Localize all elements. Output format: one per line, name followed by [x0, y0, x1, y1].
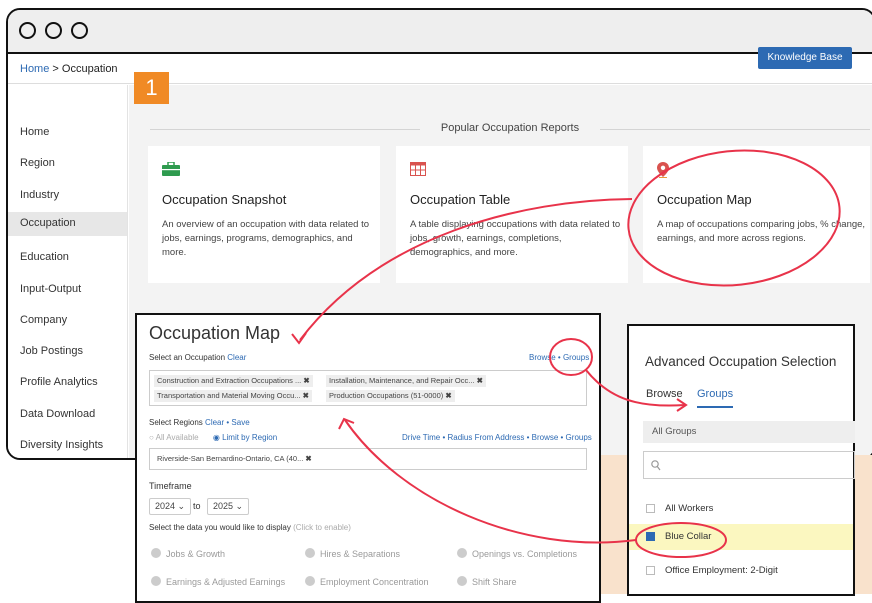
window-control-icon[interactable]	[71, 22, 88, 39]
region-mode-row: ○ All Available ◉ Limit by Region	[149, 433, 277, 442]
list-item[interactable]: Office Employment: 2-Digit	[629, 558, 853, 584]
all-groups-select[interactable]: All Groups	[643, 421, 855, 443]
breadcrumb-current: Occupation	[61, 63, 118, 75]
table-icon	[410, 162, 426, 181]
occupation-tag[interactable]: Construction and Extraction Occupations …	[154, 375, 313, 387]
sidebar-item-education[interactable]: Education	[8, 246, 127, 270]
select-regions-label: Select Regions	[149, 418, 203, 427]
occupation-tag[interactable]: Installation, Maintenance, and Repair Oc…	[326, 375, 486, 387]
to-label: to	[193, 501, 201, 511]
card-title: Occupation Snapshot	[162, 192, 287, 207]
sidebar-item-industry[interactable]: Industry	[8, 184, 127, 208]
advanced-selection-panel: Advanced Occupation Selection Browse Gro…	[627, 324, 855, 596]
card-occupation-table[interactable]: Occupation Table A table displaying occu…	[396, 146, 628, 283]
sidebar-item-region[interactable]: Region	[8, 152, 127, 176]
browse-link[interactable]: Browse	[529, 353, 556, 362]
sidebar-item-profile-analytics[interactable]: Profile Analytics	[8, 371, 127, 395]
option-shift-share[interactable]: Shift Share	[457, 576, 517, 587]
panel-title: Occupation Map	[149, 323, 281, 343]
year-to-select[interactable]: 2025 ⌄	[207, 498, 250, 515]
sidebar: Home Region Industry Occupation Educatio…	[8, 85, 128, 458]
checkbox[interactable]	[646, 504, 655, 513]
section-title: Popular Occupation Reports	[440, 122, 580, 134]
card-description: An overview of an occupation with data r…	[162, 219, 370, 258]
plus-icon	[151, 548, 161, 558]
card-occupation-map[interactable]: Occupation Map A map of occupations comp…	[643, 146, 870, 283]
occupation-tag[interactable]: Transportation and Material Moving Occu.…	[154, 390, 312, 402]
browse-groups-links: Browse • Groups	[529, 353, 590, 362]
search-icon	[651, 460, 661, 471]
tab-browse[interactable]: Browse	[646, 388, 683, 400]
sidebar-item-data-download[interactable]: Data Download	[8, 403, 127, 427]
active-tab-indicator	[697, 406, 733, 408]
card-title: Occupation Table	[410, 192, 511, 207]
plus-icon	[457, 576, 467, 586]
divider	[600, 129, 870, 130]
plus-icon	[305, 576, 315, 586]
all-available-radio[interactable]: ○ All Available	[149, 433, 199, 442]
timeframe-label: Timeframe	[149, 481, 192, 491]
year-from-select[interactable]: 2024 ⌄	[149, 498, 192, 515]
search-input[interactable]	[643, 451, 855, 479]
tab-groups[interactable]: Groups	[697, 388, 733, 400]
card-title: Occupation Map	[657, 192, 752, 207]
card-description: A table displaying occupations with data…	[410, 219, 621, 258]
region-selection-box[interactable]: Riverside-San Bernardino-Ontario, CA (40…	[149, 448, 587, 470]
option-earnings[interactable]: Earnings & Adjusted Earnings	[151, 576, 285, 587]
plus-icon	[457, 548, 467, 558]
option-openings-completions[interactable]: Openings vs. Completions	[457, 548, 577, 559]
select-occupation-label: Select an Occupation	[149, 353, 226, 362]
groups-link[interactable]: Groups	[563, 353, 589, 362]
briefcase-icon	[162, 161, 180, 181]
step-badge: 1	[134, 72, 169, 104]
checkbox[interactable]	[646, 566, 655, 575]
window-control-icon[interactable]	[19, 22, 36, 39]
plus-icon	[151, 576, 161, 586]
list-item[interactable]: Blue Collar	[629, 524, 853, 550]
region-links[interactable]: Drive Time • Radius From Address • Brows…	[402, 433, 592, 442]
data-prompt-row: Select the data you would like to displa…	[149, 523, 351, 532]
select-regions-row: Select Regions Clear • Save	[149, 418, 250, 427]
occupation-selection-box[interactable]: Construction and Extraction Occupations …	[149, 370, 587, 406]
card-description: A map of occupations comparing jobs, % c…	[657, 219, 866, 244]
sidebar-item-input-output[interactable]: Input-Output	[8, 278, 127, 302]
data-prompt: Select the data you would like to displa…	[149, 523, 291, 532]
checkbox[interactable]	[646, 532, 655, 541]
map-pin-icon	[657, 162, 669, 183]
option-hires-separations[interactable]: Hires & Separations	[305, 548, 400, 559]
region-tag[interactable]: Riverside-San Bernardino-Ontario, CA (40…	[154, 453, 315, 465]
occupation-map-panel: Occupation Map Select an Occupation Clea…	[135, 313, 601, 603]
window-control-icon[interactable]	[45, 22, 62, 39]
clear-link[interactable]: Clear	[227, 353, 246, 362]
clear-save-link[interactable]: Clear • Save	[205, 418, 250, 427]
sidebar-item-occupation[interactable]: Occupation	[8, 212, 127, 236]
sidebar-item-company[interactable]: Company	[8, 309, 127, 333]
option-jobs-growth[interactable]: Jobs & Growth	[151, 548, 225, 559]
panel-title: Advanced Occupation Selection	[645, 354, 837, 369]
sidebar-item-diversity-insights[interactable]: Diversity Insights	[8, 434, 127, 458]
card-occupation-snapshot[interactable]: Occupation Snapshot An overview of an oc…	[148, 146, 380, 283]
plus-icon	[305, 548, 315, 558]
breadcrumb-separator: >	[52, 63, 59, 75]
click-enable-hint: (Click to enable)	[293, 523, 351, 532]
divider	[150, 129, 420, 130]
window-titlebar	[8, 10, 872, 54]
occupation-tag[interactable]: Production Occupations (51-0000) ✖	[326, 390, 455, 402]
option-employment-concentration[interactable]: Employment Concentration	[305, 576, 429, 587]
list-item[interactable]: All Workers	[629, 496, 853, 522]
sidebar-item-job-postings[interactable]: Job Postings	[8, 340, 127, 364]
breadcrumb-home[interactable]: Home	[20, 63, 49, 75]
limit-by-region-radio[interactable]: ◉ Limit by Region	[213, 433, 277, 442]
knowledge-base-button[interactable]: Knowledge Base	[758, 47, 852, 69]
sidebar-item-home[interactable]: Home	[8, 121, 127, 145]
select-occupation-row: Select an Occupation Clear	[149, 353, 246, 362]
